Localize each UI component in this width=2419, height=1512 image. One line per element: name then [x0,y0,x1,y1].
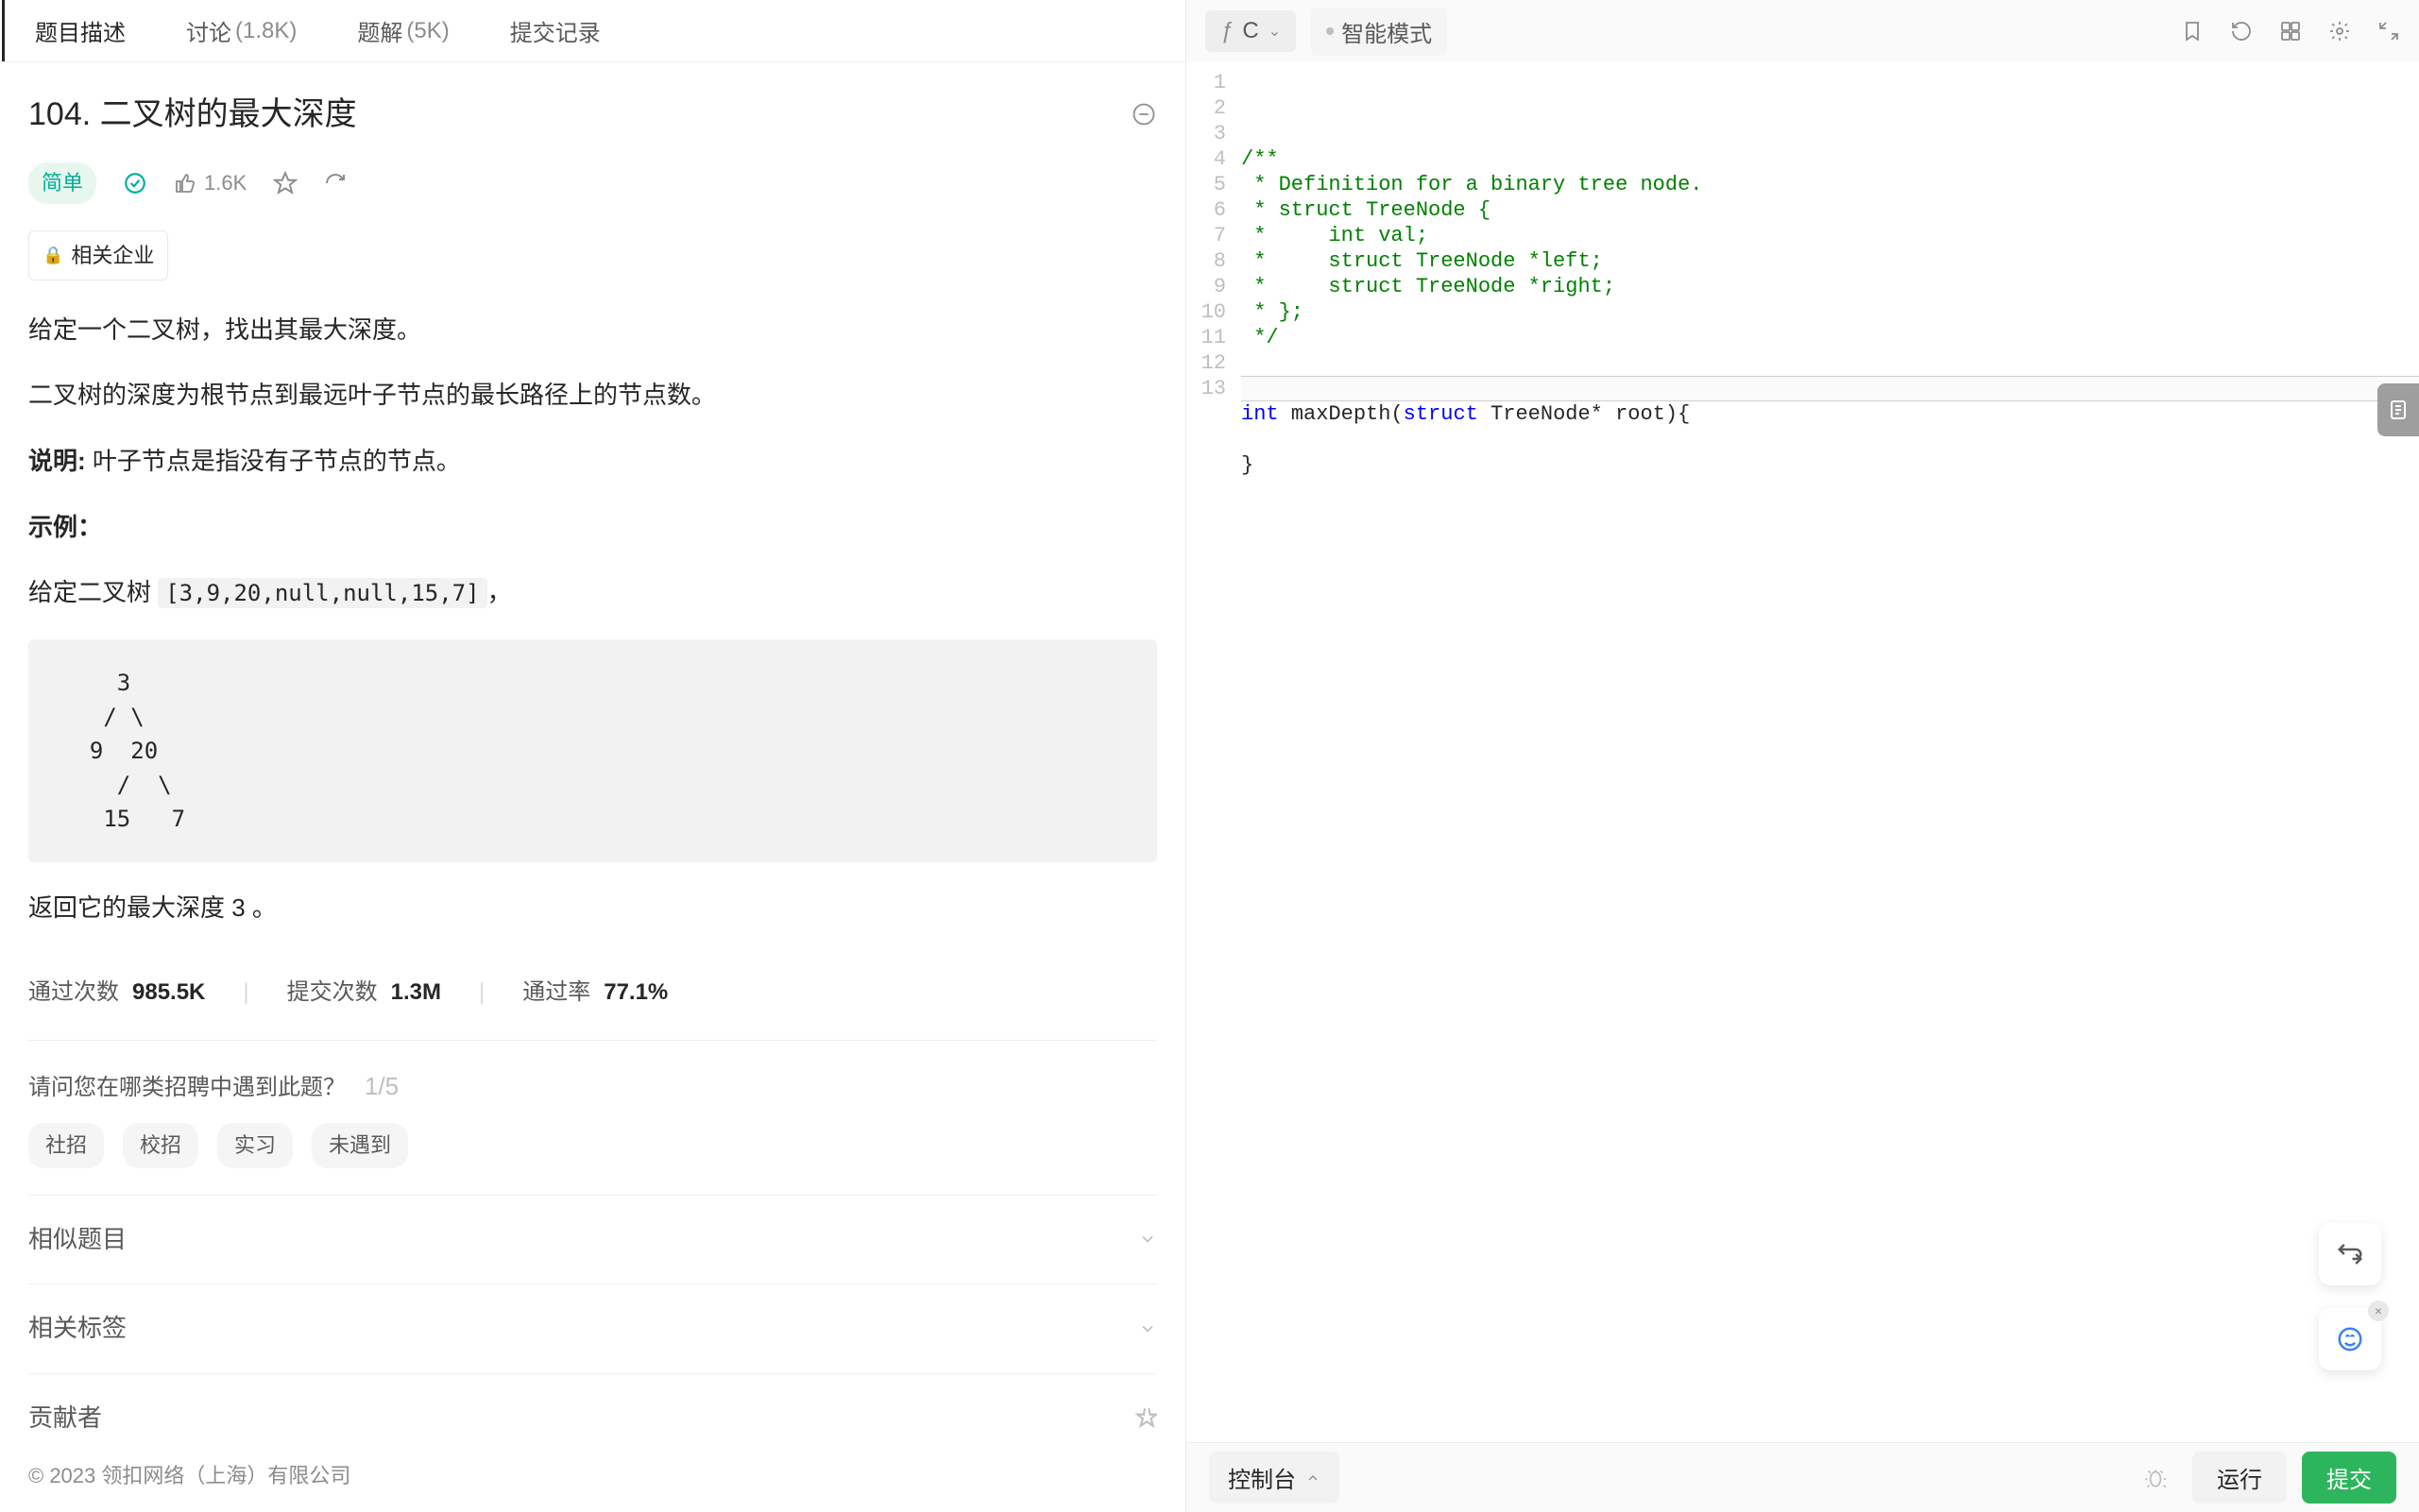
survey-opt-none[interactable]: 未遇到 [312,1123,408,1167]
tab-description[interactable]: 题目描述 [2,0,156,61]
console-toggle[interactable]: 控制台 [1209,1452,1339,1504]
survey-opt-intern[interactable]: 实习 [217,1123,293,1167]
bookmark-icon[interactable] [2181,20,2204,42]
stats-row: 通过次数985.5K | 提交次数1.3M | 通过率77.1% [28,975,1157,1011]
code-editor[interactable]: 12345678910111213 /** * Definition for a… [1186,62,2419,1442]
desc-note: 说明: 叶子节点是指没有子节点的节点。 [28,442,1157,482]
star-icon[interactable] [273,171,298,195]
desc-tree-block: 3 / \ 9 20 / \ 15 7 [28,639,1157,862]
float-chat-button[interactable]: × [2319,1308,2381,1370]
desc-example-given: 给定二叉树 [3,9,20,null,null,15,7]， [28,573,1157,613]
chevron-down-icon [1138,1230,1157,1249]
smart-mode-toggle[interactable]: 智能模式 [1311,8,1447,56]
tab-solutions[interactable]: 题解(5K) [327,0,479,61]
desc-p2: 二叉树的深度为根节点到最远叶子节点的最长路径上的节点数。 [28,376,1157,416]
section-tags[interactable]: 相关标签 [28,1283,1157,1373]
chevron-down-icon: ⌄ [1269,22,1281,41]
desc-example-label: 示例： [28,508,1157,548]
bug-icon[interactable] [2143,1466,2168,1490]
tab-submissions[interactable]: 提交记录 [480,0,631,61]
solved-icon [123,171,147,195]
more-icon[interactable] [1131,101,1157,127]
survey-opt-social[interactable]: 社招 [28,1123,104,1167]
close-icon[interactable]: × [2368,1300,2389,1321]
notes-tab-icon[interactable] [2377,383,2419,436]
language-label: C [1242,18,1258,44]
chevron-down-icon [1138,1319,1157,1338]
tab-discussion[interactable]: 讨论(1.8K) [156,0,327,61]
smart-mode-label: 智能模式 [1341,15,1432,48]
console-bar: 控制台 运行 提交 [1186,1442,2419,1512]
difficulty-badge: 简单 [28,162,96,203]
run-button[interactable]: 运行 [2192,1452,2287,1504]
chevron-up-icon [1305,1470,1320,1486]
problem-title: 104. 二叉树的最大深度 [28,89,357,140]
undo-icon[interactable] [2230,20,2253,42]
contributor-icon [1133,1405,1157,1430]
footer-copyright: © 2023 领扣网络（上海）有限公司 [0,1436,1185,1512]
survey-opt-campus[interactable]: 校招 [123,1123,198,1167]
company-badge[interactable]: 🔒 相关企业 [28,230,168,280]
code-area[interactable]: /** * Definition for a binary tree node.… [1241,62,2419,1442]
collapse-icon[interactable] [2377,20,2400,42]
survey-section: 请问您在哪类招聘中遇到此题？1/5 社招 校招 实习 未遇到 [28,1040,1157,1195]
line-gutter: 12345678910111213 [1186,62,1241,1442]
language-select[interactable]: ƒ C ⌄ [1205,10,1296,52]
like-count: 1.6K [204,166,247,199]
company-badge-label: 相关企业 [71,239,154,272]
like-button[interactable]: 1.6K [174,166,247,199]
lock-icon: 🔒 [43,242,63,269]
settings-icon[interactable] [2328,20,2351,42]
section-similar[interactable]: 相似题目 [28,1195,1157,1284]
float-swap-button[interactable] [2319,1223,2381,1285]
section-contributors[interactable]: 贡献者 [28,1373,1157,1436]
submit-button[interactable]: 提交 [2302,1452,2396,1504]
problem-tabs: 题目描述 讨论(1.8K) 题解(5K) 提交记录 [0,0,1185,62]
code-icon: ƒ [1220,18,1233,44]
keyboard-icon[interactable] [2279,20,2302,42]
desc-p1: 给定一个二叉树，找出其最大深度。 [28,311,1157,350]
desc-result: 返回它的最大深度 3 。 [28,889,1157,928]
editor-toolbar: ƒ C ⌄ 智能模式 [1186,0,2419,62]
share-icon[interactable] [324,172,347,195]
dot-icon [1326,27,1334,35]
problem-meta: 简单 1.6K [28,162,1157,203]
survey-question: 请问您在哪类招聘中遇到此题？1/5 [28,1072,399,1100]
